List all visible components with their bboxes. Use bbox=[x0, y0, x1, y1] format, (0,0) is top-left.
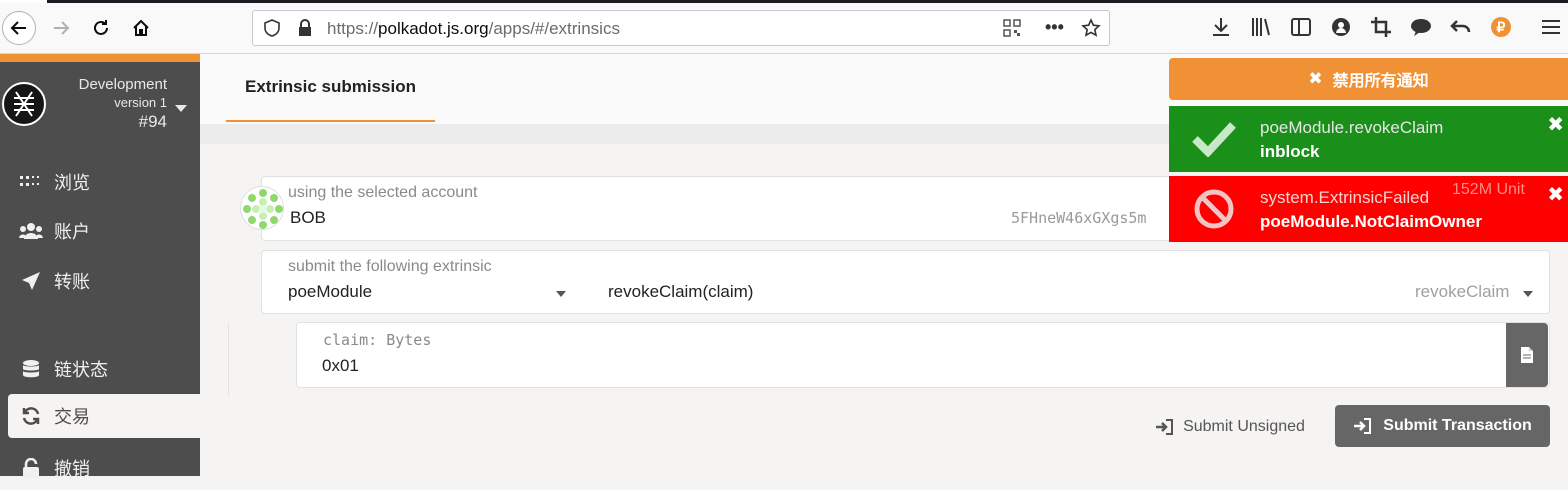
menu-icon[interactable] bbox=[1538, 14, 1564, 40]
balance-partial: 152M Unit bbox=[1452, 181, 1525, 198]
param-indent bbox=[228, 322, 298, 396]
forward-button[interactable] bbox=[44, 11, 78, 45]
sidebar-item-label: 交易 bbox=[54, 407, 90, 427]
ban-icon bbox=[1189, 186, 1239, 232]
submit-unsigned-button[interactable]: Submit Unsigned bbox=[1150, 406, 1310, 448]
disable-all-notifications-button[interactable]: ✖ 禁用所有通知 bbox=[1169, 58, 1568, 100]
notification-error: system.ExtrinsicFailed poeModule.NotClai… bbox=[1169, 176, 1568, 242]
sidebar-accent-strip bbox=[0, 54, 200, 62]
sidebar-item-label: 链状态 bbox=[54, 360, 108, 380]
forward-arrow-icon bbox=[54, 21, 70, 35]
home-icon bbox=[133, 19, 149, 36]
chain-logo[interactable] bbox=[2, 82, 46, 126]
sidebar-item-transfer[interactable]: 转账 bbox=[0, 259, 200, 303]
identicon-icon bbox=[243, 189, 283, 229]
method-select[interactable]: revokeClaim(claim) bbox=[608, 282, 753, 302]
qr-code-icon[interactable] bbox=[1003, 19, 1021, 37]
method-dropdown-caret-icon[interactable] bbox=[1523, 291, 1533, 297]
account-name: BOB bbox=[290, 208, 326, 227]
chat-icon[interactable] bbox=[1408, 14, 1434, 40]
chain-name[interactable]: Development bbox=[79, 76, 167, 93]
active-tab[interactable] bbox=[0, 0, 47, 3]
param-label: claim: Bytes bbox=[323, 331, 432, 349]
sign-in-icon bbox=[1354, 418, 1372, 434]
browser-toolbar: https://polkadot.js.org/apps/#/extrinsic… bbox=[0, 0, 1568, 54]
undo-icon[interactable] bbox=[1448, 14, 1474, 40]
sidebar-toggle-icon[interactable] bbox=[1288, 14, 1314, 40]
back-arrow-icon bbox=[10, 21, 26, 35]
check-icon bbox=[1189, 116, 1239, 162]
tab-extrinsic-submission[interactable]: Extrinsic submission bbox=[226, 54, 435, 122]
sidebar-item-extrinsics[interactable]: 交易 bbox=[8, 394, 200, 438]
url-bar[interactable]: https://polkadot.js.org/apps/#/extrinsic… bbox=[252, 10, 1110, 46]
close-icon: ✖ bbox=[1308, 69, 1323, 88]
users-icon bbox=[0, 222, 54, 240]
sync-icon bbox=[8, 406, 54, 426]
svg-text:₽: ₽ bbox=[1497, 19, 1506, 35]
chain-selector-caret-icon[interactable] bbox=[175, 105, 187, 112]
module-dropdown-caret-icon[interactable] bbox=[556, 291, 566, 297]
notification-title: system.ExtrinsicFailed bbox=[1260, 188, 1430, 207]
url-scheme: https:// bbox=[327, 19, 379, 38]
sidebar-item-label: 浏览 bbox=[54, 173, 90, 193]
file-upload-button[interactable] bbox=[1506, 323, 1548, 387]
lock-icon[interactable] bbox=[297, 19, 313, 37]
unlock-icon bbox=[0, 458, 54, 478]
shield-icon[interactable] bbox=[263, 19, 281, 37]
send-icon bbox=[0, 271, 54, 291]
notification-success: poeModule.revokeClaim inblock ✖ bbox=[1169, 106, 1568, 172]
close-icon[interactable]: ✖ bbox=[1547, 112, 1564, 137]
param-value[interactable]: 0x01 bbox=[322, 356, 359, 376]
sidebar-item-label: 账户 bbox=[54, 222, 90, 242]
sidebar-item-label: 撤销 bbox=[54, 459, 90, 479]
download-icon[interactable] bbox=[1208, 14, 1234, 40]
submit-unsigned-label: Submit Unsigned bbox=[1183, 418, 1305, 435]
reload-icon bbox=[94, 20, 108, 35]
block-number: #94 bbox=[138, 112, 167, 131]
sidebar-item-accounts[interactable]: 账户 bbox=[0, 209, 200, 253]
url-text[interactable]: https://polkadot.js.org/apps/#/extrinsic… bbox=[327, 19, 620, 39]
account-label: using the selected account bbox=[288, 184, 478, 201]
notification-title: poeModule.revokeClaim bbox=[1260, 118, 1444, 137]
sidebar-item-revoke[interactable]: 撤销 bbox=[0, 446, 200, 490]
bookmark-star-icon[interactable] bbox=[1081, 18, 1101, 38]
account-address: 5FHneW46xGXgs5m bbox=[1011, 209, 1147, 227]
account-identicon bbox=[240, 186, 284, 230]
substrate-logo-icon bbox=[14, 91, 34, 117]
close-icon[interactable]: ✖ bbox=[1547, 182, 1564, 207]
submit-transaction-label: Submit Transaction bbox=[1383, 417, 1532, 434]
sidebar: Development version 1 #94 浏览 账户 转账 链状态 交… bbox=[0, 54, 200, 479]
method-hint: revokeClaim bbox=[1415, 282, 1510, 301]
notification-status: inblock bbox=[1260, 142, 1320, 161]
chain-version: version 1 bbox=[114, 95, 167, 110]
file-icon bbox=[1521, 347, 1533, 363]
param-claim-field[interactable]: claim: Bytes 0x01 bbox=[296, 322, 1550, 388]
url-domain: polkadot.js.org bbox=[378, 19, 489, 38]
crop-icon[interactable] bbox=[1368, 14, 1394, 40]
page-actions-icon[interactable]: ••• bbox=[1045, 17, 1064, 38]
sidebar-item-chainstate[interactable]: 链状态 bbox=[0, 347, 200, 391]
extrinsic-selector: submit the following extrinsic poeModule… bbox=[261, 250, 1550, 314]
database-icon bbox=[0, 359, 54, 379]
reload-button[interactable] bbox=[84, 11, 118, 45]
sidebar-item-explorer[interactable]: 浏览 bbox=[0, 160, 200, 204]
back-button[interactable] bbox=[2, 11, 36, 45]
url-path: /apps/#/extrinsics bbox=[488, 19, 620, 38]
sidebar-item-label: 转账 bbox=[54, 272, 90, 292]
extension-icon[interactable]: ₽ bbox=[1488, 14, 1514, 40]
explore-icon bbox=[0, 174, 54, 190]
home-button[interactable] bbox=[124, 11, 158, 45]
account-icon[interactable] bbox=[1328, 14, 1354, 40]
submit-transaction-button[interactable]: Submit Transaction bbox=[1335, 405, 1550, 447]
sign-in-icon bbox=[1156, 419, 1174, 435]
disable-all-label: 禁用所有通知 bbox=[1332, 73, 1429, 90]
tab-strip bbox=[0, 0, 1568, 3]
module-select[interactable]: poeModule bbox=[288, 282, 372, 302]
library-icon[interactable] bbox=[1248, 14, 1274, 40]
extrinsic-label: submit the following extrinsic bbox=[288, 258, 492, 275]
notification-status: poeModule.NotClaimOwner bbox=[1260, 212, 1482, 231]
